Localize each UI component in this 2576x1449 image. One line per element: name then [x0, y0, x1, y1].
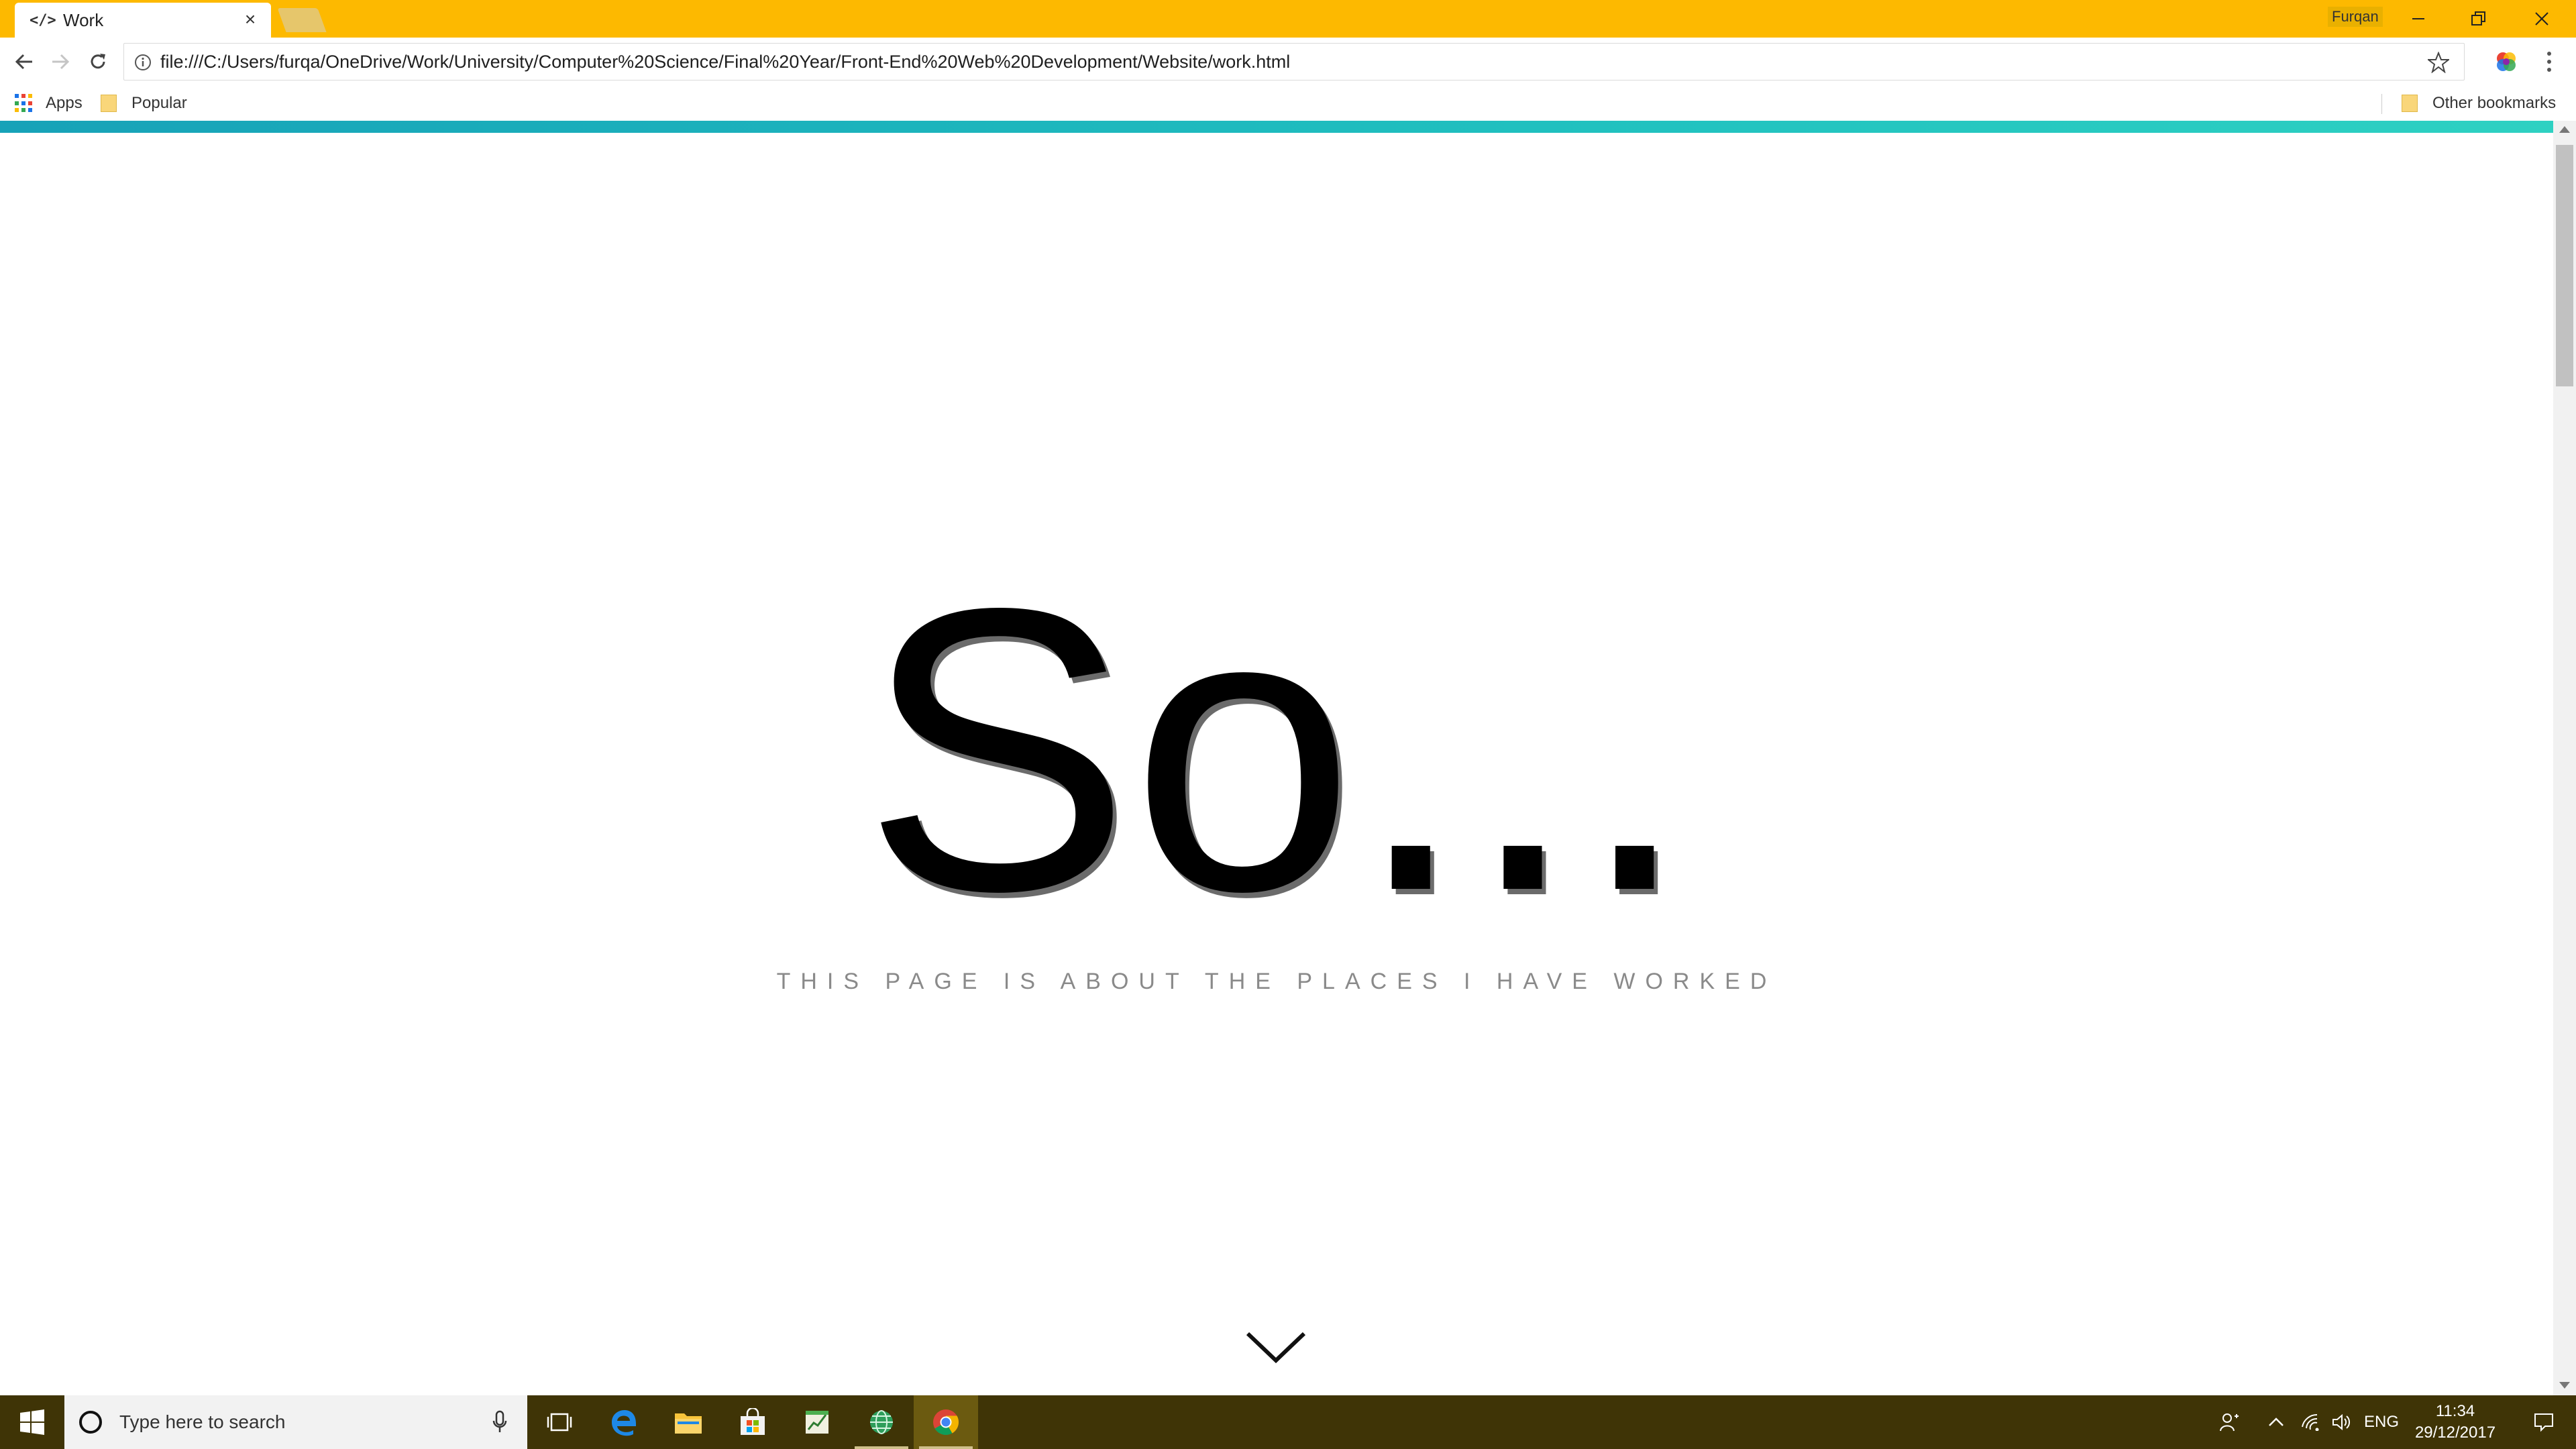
restore-button[interactable]	[2449, 0, 2509, 38]
new-tab-button[interactable]	[277, 8, 327, 32]
forward-button[interactable]	[46, 47, 75, 76]
wifi-icon[interactable]	[2296, 1395, 2326, 1449]
microphone-icon[interactable]	[490, 1409, 510, 1436]
globe-app-button[interactable]	[849, 1395, 914, 1449]
page-scrollbar[interactable]	[2553, 121, 2576, 1395]
page-title: So...	[863, 525, 1690, 975]
scroll-up-icon[interactable]	[2559, 126, 2570, 133]
store-button[interactable]	[720, 1395, 785, 1449]
scroll-thumb[interactable]	[2556, 145, 2573, 386]
browser-menu-icon[interactable]	[2540, 50, 2559, 74]
minimize-icon	[2412, 18, 2424, 19]
profile-name[interactable]: Furqan	[2328, 7, 2383, 27]
clock-time: 11:34	[2435, 1402, 2475, 1420]
windows-logo-icon	[20, 1409, 44, 1435]
back-button[interactable]	[9, 47, 39, 76]
tab-close-icon[interactable]: ×	[240, 9, 260, 30]
reload-icon	[91, 54, 105, 69]
page-accent-strip	[0, 121, 2553, 133]
store-bag-icon	[741, 1408, 765, 1435]
edge-button[interactable]	[592, 1395, 656, 1449]
close-window-button[interactable]	[2512, 0, 2572, 38]
folder-icon	[101, 95, 117, 112]
start-button[interactable]	[0, 1395, 64, 1449]
chrome-icon	[933, 1409, 959, 1436]
restore-icon	[2471, 11, 2485, 25]
minimize-button[interactable]	[2388, 0, 2449, 38]
task-view-icon	[547, 1413, 572, 1432]
windows-taskbar: Type here to search ENG 11:34 29/12/2017	[0, 1395, 2576, 1449]
globe-icon	[870, 1410, 893, 1434]
taskbar-search[interactable]: Type here to search	[64, 1395, 527, 1449]
close-icon	[2535, 12, 2548, 25]
bookmark-popular[interactable]: Popular	[101, 91, 187, 115]
taskbar-search-placeholder[interactable]: Type here to search	[119, 1411, 490, 1433]
bookmark-apps[interactable]: Apps	[15, 91, 83, 115]
chevron-down-icon[interactable]	[1244, 1327, 1308, 1367]
bookmark-star-icon[interactable]	[2426, 50, 2451, 74]
bookmark-other-label: Other bookmarks	[2432, 94, 2557, 112]
folder-icon	[2402, 95, 2418, 112]
cortana-icon	[79, 1411, 102, 1434]
chrome-button[interactable]	[914, 1395, 978, 1449]
spreadsheet-app-button[interactable]	[785, 1395, 849, 1449]
apps-grid-icon	[15, 94, 34, 113]
people-icon[interactable]	[2214, 1395, 2245, 1449]
scroll-down-icon[interactable]	[2559, 1382, 2570, 1389]
file-explorer-button[interactable]	[656, 1395, 720, 1449]
edge-icon	[612, 1410, 636, 1436]
bookmark-popular-label: Popular	[131, 94, 187, 112]
spreadsheet-icon	[806, 1411, 828, 1434]
folder-icon	[675, 1413, 702, 1434]
chevron-up-icon[interactable]	[2261, 1395, 2292, 1449]
address-bar[interactable]: file:///C:/Users/furqa/OneDrive/Work/Uni…	[123, 43, 2465, 80]
bookmarks-bar: Apps Popular Other bookmarks	[0, 86, 2576, 121]
page-subtitle: THIS PAGE IS ABOUT THE PLACES I HAVE WOR…	[776, 969, 1777, 994]
forward-arrow-icon	[52, 54, 70, 70]
volume-icon[interactable]	[2326, 1395, 2357, 1449]
task-view-button[interactable]	[527, 1395, 592, 1449]
browser-titlebar: </> Work × Furqan	[0, 0, 2576, 38]
reload-button[interactable]	[83, 47, 113, 76]
code-icon: </>	[30, 11, 56, 29]
bookmark-separator	[2381, 94, 2382, 114]
web-page: So... THIS PAGE IS ABOUT THE PLACES I HA…	[0, 133, 2553, 1395]
back-arrow-icon	[15, 54, 32, 70]
tab-title: Work	[63, 9, 104, 30]
taskbar-clock[interactable]: 11:34 29/12/2017	[2395, 1401, 2516, 1444]
clock-date: 29/12/2017	[2414, 1424, 2496, 1442]
bookmark-apps-label: Apps	[46, 94, 83, 112]
info-icon[interactable]	[133, 53, 152, 72]
tab-work[interactable]: </> Work ×	[15, 3, 271, 38]
url-text[interactable]: file:///C:/Users/furqa/OneDrive/Work/Uni…	[160, 52, 1290, 72]
action-center-icon[interactable]	[2517, 1395, 2571, 1449]
color-extension-icon[interactable]	[2494, 50, 2518, 74]
browser-toolbar: file:///C:/Users/furqa/OneDrive/Work/Uni…	[0, 38, 2576, 86]
bookmark-other[interactable]: Other bookmarks	[2402, 91, 2556, 115]
